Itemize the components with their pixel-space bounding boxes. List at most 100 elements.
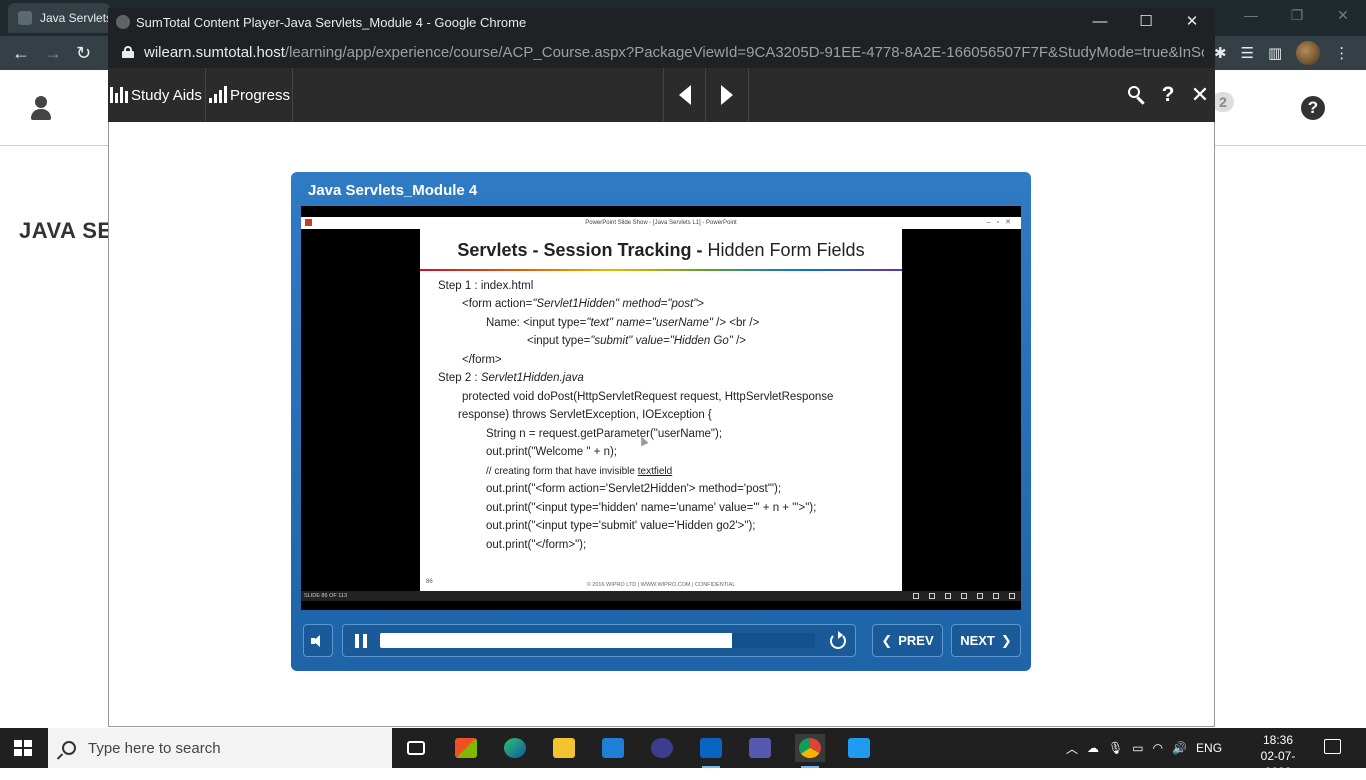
bg-restore-icon[interactable]: ❐ <box>1274 0 1320 36</box>
browser-nav-buttons: ← → ↻ <box>0 36 108 70</box>
previous-page-button[interactable] <box>663 68 706 122</box>
volume-icon[interactable]: 🔊 <box>1172 741 1187 755</box>
slide-heading-rest: Hidden Form Fields <box>707 240 865 260</box>
notification-center-icon[interactable] <box>1324 739 1341 754</box>
chevron-left-icon: ❮ <box>881 632 893 648</box>
vpn-client-icon[interactable] <box>647 734 677 762</box>
progress-icon <box>209 86 227 103</box>
extensions-icon[interactable]: ✱ <box>1214 44 1227 62</box>
lock-icon[interactable] <box>122 46 134 58</box>
view-icon[interactable] <box>1009 593 1015 599</box>
replay-icon[interactable] <box>830 631 846 649</box>
search-button[interactable] <box>1121 68 1153 122</box>
view-icon[interactable] <box>961 593 967 599</box>
close-player-button[interactable]: ✕ <box>1185 68 1215 122</box>
slide-line: </form> <box>462 354 502 366</box>
slide-line: response) throws ServletException, IOExc… <box>458 409 712 421</box>
progress-label: Progress <box>230 86 291 104</box>
background-tab-title: Java Servlets <box>40 11 110 25</box>
edge-icon[interactable] <box>500 734 530 762</box>
view-icon[interactable] <box>913 593 919 599</box>
prev-button[interactable]: ❮ PREV <box>872 624 943 657</box>
profile-avatar[interactable] <box>1296 41 1321 65</box>
pause-icon[interactable] <box>355 634 367 648</box>
popup-window-titlebar: SumTotal Content Player-Java Servlets_Mo… <box>108 8 1215 36</box>
taskbar-search-placeholder: Type here to search <box>88 739 221 757</box>
search-icon <box>1128 86 1146 104</box>
slide-line: Name: <input type="text" name="userName"… <box>486 317 760 329</box>
show-hidden-icons-icon[interactable]: ︿ <box>1066 740 1078 757</box>
reload-icon[interactable]: ↻ <box>76 43 91 64</box>
view-icon[interactable] <box>977 593 983 599</box>
battery-icon[interactable]: ▭ <box>1132 741 1143 755</box>
view-icon[interactable] <box>945 593 951 599</box>
slide-line: Step 1 : index.html <box>438 280 534 292</box>
prev-button-label: PREV <box>898 633 934 648</box>
study-aids-icon <box>110 87 128 103</box>
close-window-icon[interactable]: ✕ <box>1169 8 1215 36</box>
minimize-icon[interactable]: — <box>1077 8 1123 36</box>
microphone-icon[interactable]: 🎙 <box>1108 741 1123 755</box>
slide-line: out.print("<input type='hidden' name='un… <box>486 502 817 514</box>
powerpoint-statusbar: SLIDE 86 OF 113 <box>301 591 1021 601</box>
background-window-controls: — ❐ ✕ <box>1228 0 1366 36</box>
arrow-right-icon <box>721 85 733 105</box>
vscode-icon[interactable] <box>844 734 874 762</box>
taskbar-clock[interactable]: 18:36 02-07-2022 <box>1248 732 1308 780</box>
bg-close-icon[interactable]: ✕ <box>1320 0 1366 36</box>
progress-seekbar[interactable] <box>380 633 815 648</box>
file-explorer-icon[interactable] <box>549 734 579 762</box>
slide-line: protected void doPost(HttpServletRequest… <box>462 391 834 403</box>
teams-icon[interactable] <box>745 734 775 762</box>
browser-menu-icon[interactable]: ⋮ <box>1334 44 1349 62</box>
windows-taskbar: Type here to search ︿ ☁ 🎙 ▭ ◠ 🔊 ENG 18:3… <box>0 728 1366 779</box>
forward-icon[interactable]: → <box>44 43 62 64</box>
view-icon[interactable] <box>929 593 935 599</box>
windows-start-icon[interactable] <box>14 740 32 756</box>
slide-frame: PowerPoint Slide Show - [Java Servlets L… <box>301 206 1021 610</box>
slideshow-view-icons <box>913 593 1015 599</box>
mute-button[interactable] <box>303 624 333 657</box>
study-aids-button[interactable]: Study Aids <box>108 68 206 122</box>
clock-time: 18:36 <box>1262 733 1294 747</box>
powerpoint-window-controls: –▫✕ <box>986 219 1017 226</box>
url-host: wilearn.sumtotal.host <box>144 43 285 61</box>
notification-badge[interactable]: 2 <box>1212 92 1234 112</box>
arrow-left-icon <box>678 85 691 105</box>
microsoft-store-icon[interactable] <box>451 734 481 762</box>
view-icon[interactable] <box>993 593 999 599</box>
side-panel-icon[interactable]: ▥ <box>1268 44 1282 62</box>
slide-line: Step 2 : Servlet1Hidden.java <box>438 372 584 384</box>
background-tab[interactable]: Java Servlets <box>8 3 110 33</box>
slide-line: <input type="submit" value="Hidden Go" /… <box>527 335 747 347</box>
back-icon[interactable]: ← <box>12 43 30 64</box>
maximize-icon[interactable]: ☐ <box>1123 8 1169 36</box>
user-icon[interactable] <box>30 96 52 120</box>
slide-line: out.print("<input type='submit' value='H… <box>486 520 756 532</box>
chrome-favicon-icon <box>116 15 130 29</box>
onedrive-icon[interactable]: ☁ <box>1087 741 1099 755</box>
mail-icon[interactable] <box>598 734 628 762</box>
taskbar-search-input[interactable]: Type here to search <box>48 728 392 768</box>
bg-minimize-icon[interactable]: — <box>1228 0 1274 36</box>
reading-list-icon[interactable]: ☰ <box>1241 44 1254 62</box>
next-page-button[interactable] <box>706 68 749 122</box>
course-player: Java Servlets_Module 4 PowerPoint Slide … <box>291 172 1031 671</box>
help-button[interactable]: ? <box>1153 68 1183 122</box>
next-button[interactable]: NEXT ❯ <box>951 624 1021 657</box>
next-button-label: NEXT <box>960 633 995 648</box>
outlook-icon[interactable] <box>696 734 726 768</box>
powerpoint-icon <box>305 219 312 226</box>
slide-line: out.print("<form action='Servlet2Hidden'… <box>486 483 782 495</box>
chrome-icon[interactable] <box>795 734 825 768</box>
system-tray: ︿ ☁ 🎙 ▭ ◠ 🔊 ENG <box>1066 728 1222 768</box>
speaker-icon <box>311 634 325 647</box>
wifi-icon[interactable]: ◠ <box>1153 741 1163 755</box>
progress-button[interactable]: Progress <box>206 68 293 122</box>
slide-counter: SLIDE 86 OF 113 <box>304 593 348 599</box>
task-view-icon[interactable] <box>401 734 431 762</box>
popup-address-bar[interactable]: wilearn.sumtotal.host/learning/app/exper… <box>108 36 1215 68</box>
background-help-icon[interactable]: ? <box>1301 96 1325 120</box>
language-indicator[interactable]: ENG <box>1196 741 1222 755</box>
url-text[interactable]: wilearn.sumtotal.host/learning/app/exper… <box>144 44 1204 61</box>
